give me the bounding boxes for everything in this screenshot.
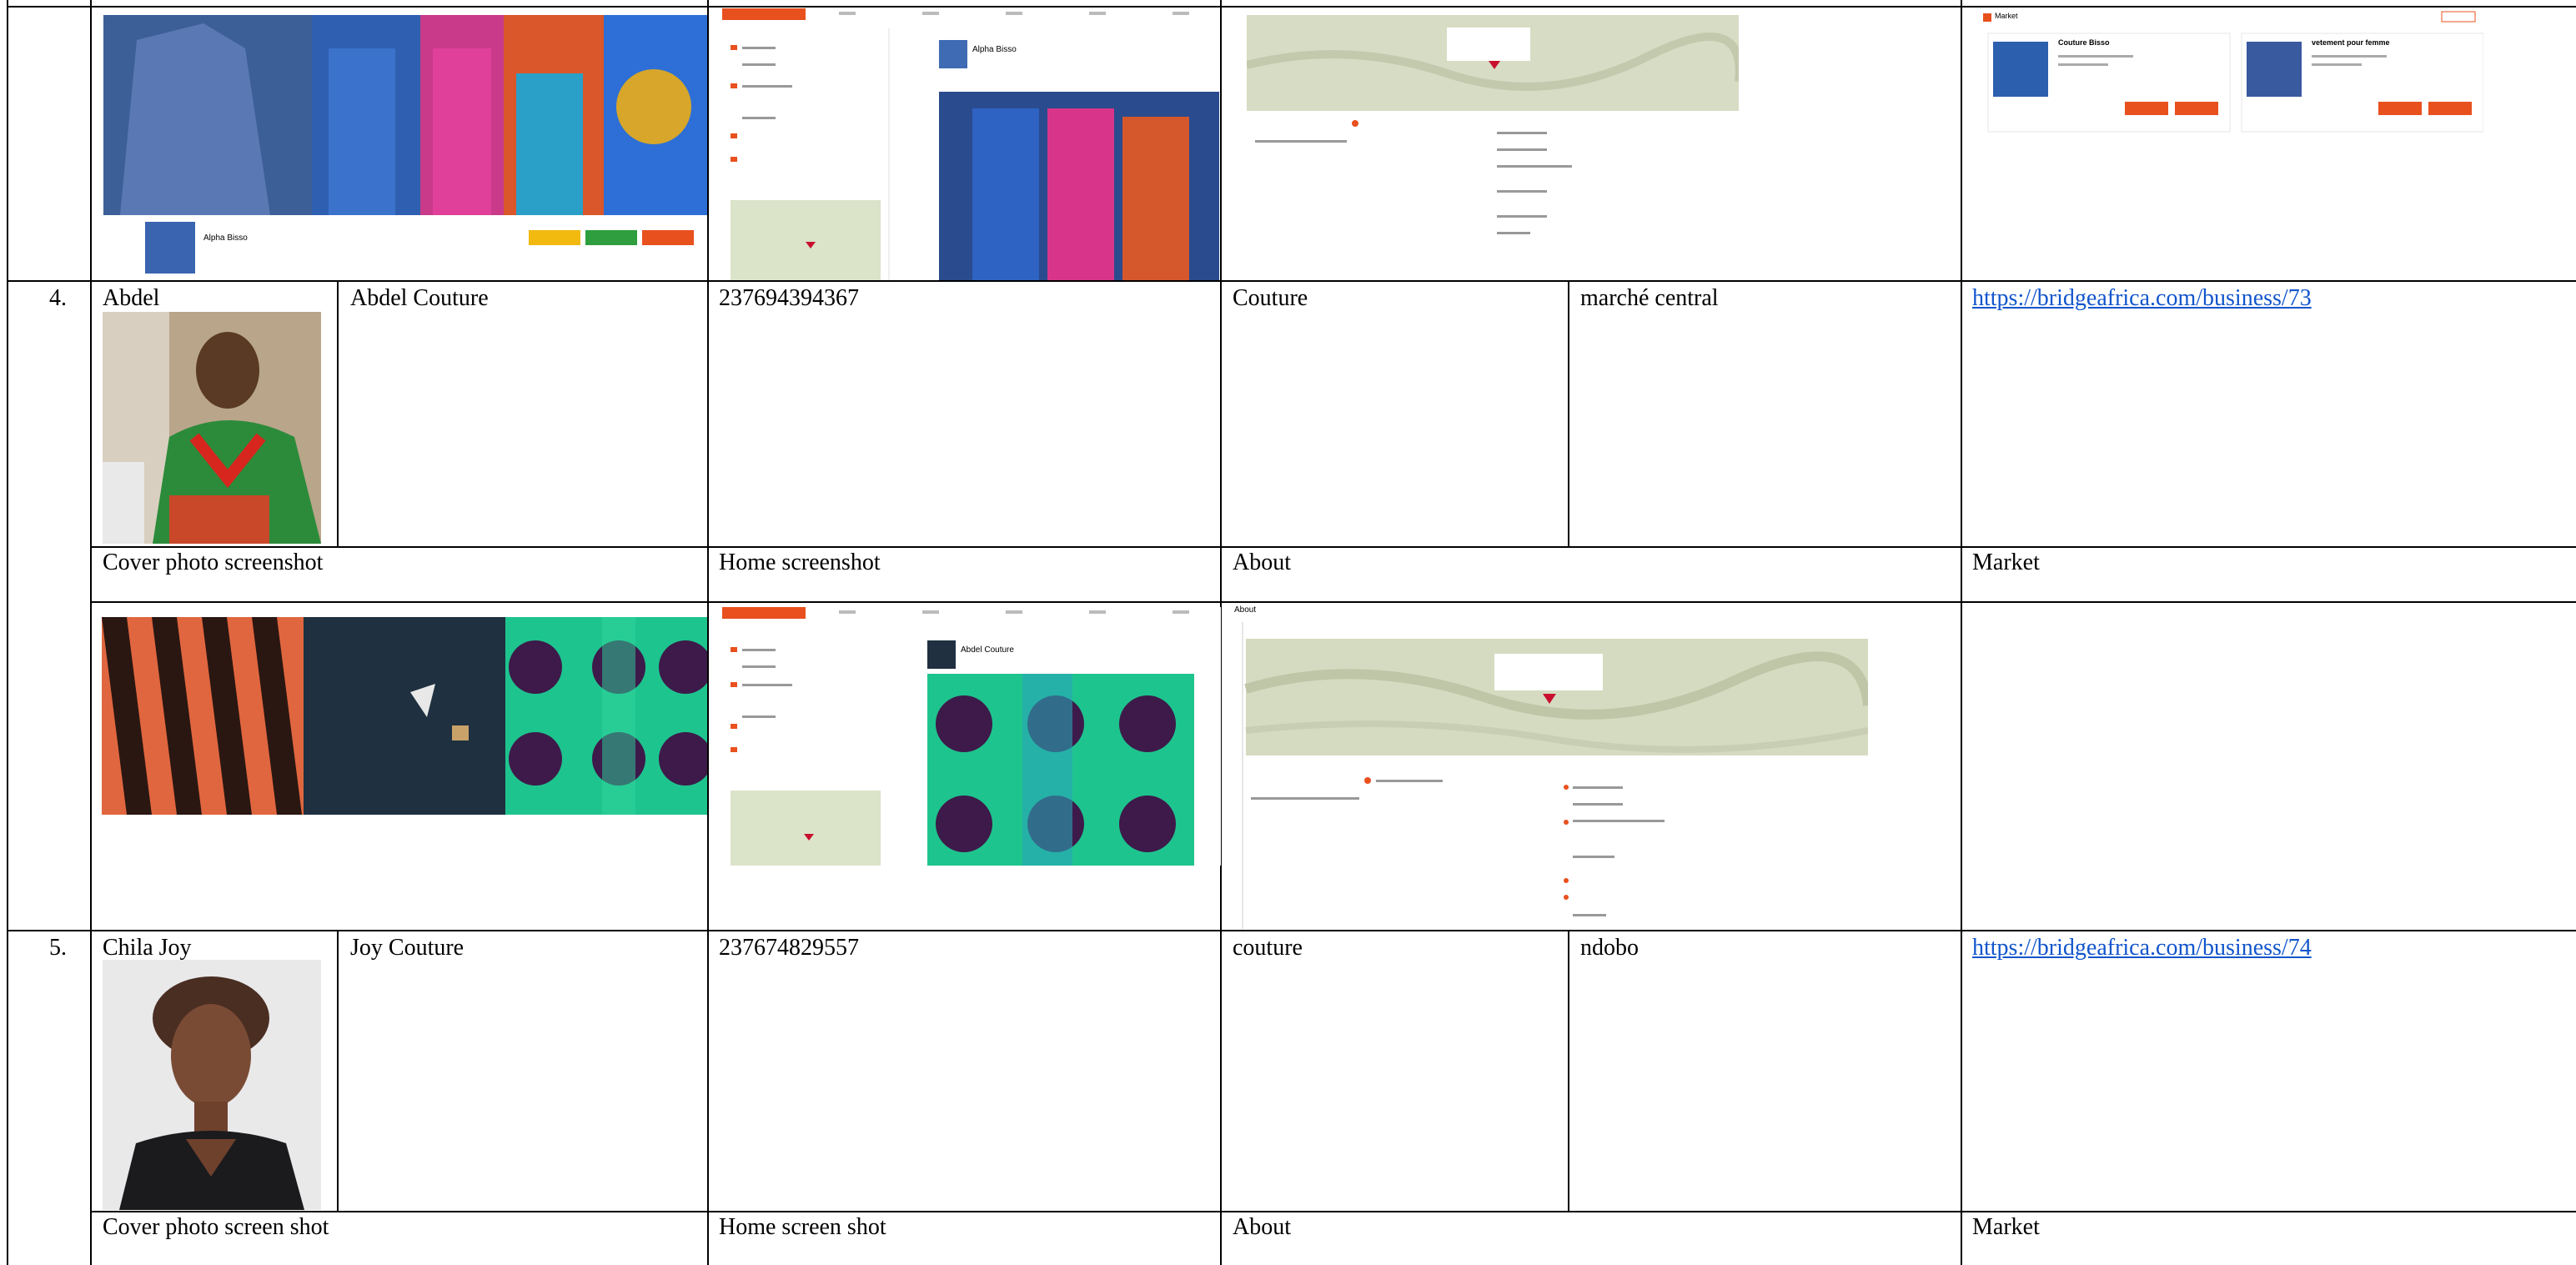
about-screenshot-previous bbox=[1247, 15, 1739, 245]
home-screenshot: Abdel Couture bbox=[722, 607, 1221, 866]
cover-photo-header: Cover photo screenshot bbox=[103, 550, 324, 575]
cover-photo-header: Cover photo screen shot bbox=[103, 1214, 329, 1240]
cover-photo-screenshot bbox=[102, 617, 707, 815]
home-screenshot-previous: Alpha Bisso bbox=[722, 8, 1219, 280]
business-category: couture bbox=[1233, 935, 1303, 961]
market-header: Market bbox=[1972, 1214, 2040, 1240]
about-header: About bbox=[1233, 550, 1291, 575]
row-number: 4. bbox=[49, 285, 67, 311]
owner-name: Chila Joy bbox=[103, 935, 192, 961]
owner-photo bbox=[103, 960, 321, 1210]
business-link[interactable]: https://bridgeafrica.com/business/73 bbox=[1972, 285, 2312, 312]
owner-photo bbox=[103, 312, 321, 544]
phone-number: 237694394367 bbox=[719, 285, 859, 311]
business-location: ndobo bbox=[1580, 935, 1639, 961]
business-name: Joy Couture bbox=[350, 935, 464, 961]
business-category: Couture bbox=[1233, 285, 1308, 311]
home-profile-name: Abdel Couture bbox=[961, 645, 1014, 655]
about-title: About bbox=[1234, 605, 1257, 615]
business-name: Abdel Couture bbox=[350, 285, 489, 311]
cover-profile-name: Alpha Bisso bbox=[203, 233, 248, 243]
home-screenshot-header: Home screenshot bbox=[719, 550, 881, 575]
market-header: Market bbox=[1972, 550, 2040, 575]
market-item-1-name: Couture Bisso bbox=[2058, 38, 2110, 47]
about-screenshot: About bbox=[1234, 605, 1868, 929]
business-link[interactable]: https://bridgeafrica.com/business/74 bbox=[1972, 935, 2312, 961]
market-item-2-name: vetement pour femme bbox=[2312, 38, 2390, 47]
owner-name: Abdel bbox=[103, 285, 160, 311]
cover-photo-screenshot-previous: Alpha Bisso bbox=[103, 15, 707, 278]
about-header: About bbox=[1233, 1214, 1291, 1240]
home-profile-name: Alpha Bisso bbox=[972, 45, 1017, 54]
business-location: marché central bbox=[1580, 285, 1719, 311]
market-screenshot-previous: Market Couture Bisso vetement pour femme bbox=[1983, 8, 2483, 133]
home-screenshot-header: Home screen shot bbox=[719, 1214, 886, 1240]
phone-number: 237674829557 bbox=[719, 935, 859, 961]
row-number: 5. bbox=[49, 935, 67, 961]
market-title: Market bbox=[1995, 12, 2018, 20]
